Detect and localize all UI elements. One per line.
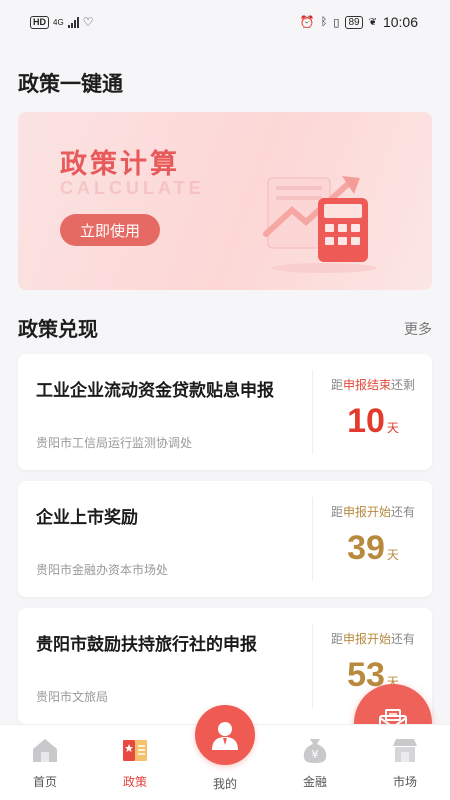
nav-label: 金融 xyxy=(302,775,327,789)
nav-item-home[interactable]: 首页 xyxy=(0,735,90,790)
status-right: ⏰ ᛒ ▯ 89 ❦ 10:06 xyxy=(300,14,418,30)
nav-item-finance[interactable]: ¥ 金融 xyxy=(270,735,360,790)
days-unit: 天 xyxy=(386,548,399,562)
days-unit: 天 xyxy=(386,421,399,435)
status-prefix: 距 xyxy=(330,378,343,392)
card-divider xyxy=(312,624,313,708)
policy-card-countdown: 39 天 xyxy=(314,529,432,568)
bottom-navigation: 首页 政策 我的 ¥ 金融 市场 xyxy=(0,705,450,800)
battery-indicator: 89 xyxy=(345,15,363,29)
banner-title: 政策计算 xyxy=(60,149,180,179)
status-prefix: 距 xyxy=(330,632,343,646)
banner-subtitle: CALCULATE xyxy=(60,178,205,198)
card-divider xyxy=(312,497,313,581)
days-number: 10 xyxy=(347,402,385,440)
nav-label: 我的 xyxy=(212,777,237,791)
status-suffix: 还剩 xyxy=(391,378,416,392)
policy-card-status: 距申报开始还有 xyxy=(314,630,432,647)
policy-card-department: 贵阳市文旅局 xyxy=(36,690,109,704)
nav-item-policy[interactable]: 政策 xyxy=(90,735,180,790)
mine-center-button[interactable] xyxy=(195,705,255,765)
days-number: 39 xyxy=(347,529,385,567)
hd-indicator: HD xyxy=(30,15,49,29)
policy-card-status: 距申报结束还剩 xyxy=(314,376,432,393)
policy-card-department: 贵阳市金融办资本市场处 xyxy=(36,563,169,577)
status-left: HD 4G ♡ xyxy=(30,15,93,29)
policy-calculator-banner[interactable]: 政策计算 CALCULATE 立即使用 xyxy=(18,112,432,290)
card-divider xyxy=(312,370,313,454)
policy-card-countdown: 10 天 xyxy=(314,402,432,441)
status-suffix: 还有 xyxy=(391,632,416,646)
user-icon xyxy=(212,722,238,750)
status-highlight: 申报开始 xyxy=(342,505,391,519)
bluetooth-icon: ᛒ xyxy=(320,16,328,28)
policy-card-department: 贵阳市工信局运行监测协调处 xyxy=(36,436,193,450)
alarm-icon: ⏰ xyxy=(299,15,315,29)
home-icon xyxy=(33,739,57,762)
status-suffix: 还有 xyxy=(391,505,416,519)
status-bar: HD 4G ♡ ⏰ ᛒ ▯ 89 ❦ 10:06 xyxy=(0,0,450,44)
nav-item-market[interactable]: 市场 xyxy=(360,735,450,790)
nav-label: 市场 xyxy=(392,775,417,789)
more-link[interactable]: 更多 xyxy=(404,319,432,339)
policy-card-title: 工业企业流动资金贷款贴息申报 xyxy=(36,381,274,400)
vibrate-icon: ▯ xyxy=(333,16,340,29)
market-shop-icon xyxy=(393,739,417,762)
policy-card-status: 距申报开始还有 xyxy=(314,503,432,520)
network-type: 4G xyxy=(53,17,64,27)
money-bag-icon: ¥ xyxy=(303,739,327,763)
nav-label: 首页 xyxy=(32,775,57,789)
policy-card[interactable]: 工业企业流动资金贷款贴息申报 贵阳市工信局运行监测协调处 距申报结束还剩 10 天 xyxy=(18,354,432,470)
policy-book-icon xyxy=(123,740,147,761)
svg-text:¥: ¥ xyxy=(312,748,319,761)
policy-card-title: 贵阳市鼓励扶持旅行社的申报 xyxy=(36,635,257,654)
status-highlight: 申报结束 xyxy=(342,378,391,392)
health-heart-icon: ♡ xyxy=(82,15,94,29)
section-title: 政策兑现 xyxy=(18,319,98,341)
clock-time: 10:06 xyxy=(382,14,418,30)
signal-icon xyxy=(67,16,79,28)
policy-card-title: 企业上市奖励 xyxy=(36,508,138,527)
use-now-button[interactable]: 立即使用 xyxy=(60,214,160,246)
nav-label: 政策 xyxy=(122,775,147,789)
calculator-illustration-icon xyxy=(263,176,376,273)
leaf-icon: ❦ xyxy=(368,16,377,28)
policy-card[interactable]: 企业上市奖励 贵阳市金融办资本市场处 距申报开始还有 39 天 xyxy=(18,481,432,597)
status-prefix: 距 xyxy=(330,505,343,519)
nav-item-mine[interactable]: 我的 xyxy=(180,705,270,792)
page-title: 政策一键通 xyxy=(18,73,123,96)
status-highlight: 申报开始 xyxy=(342,632,391,646)
